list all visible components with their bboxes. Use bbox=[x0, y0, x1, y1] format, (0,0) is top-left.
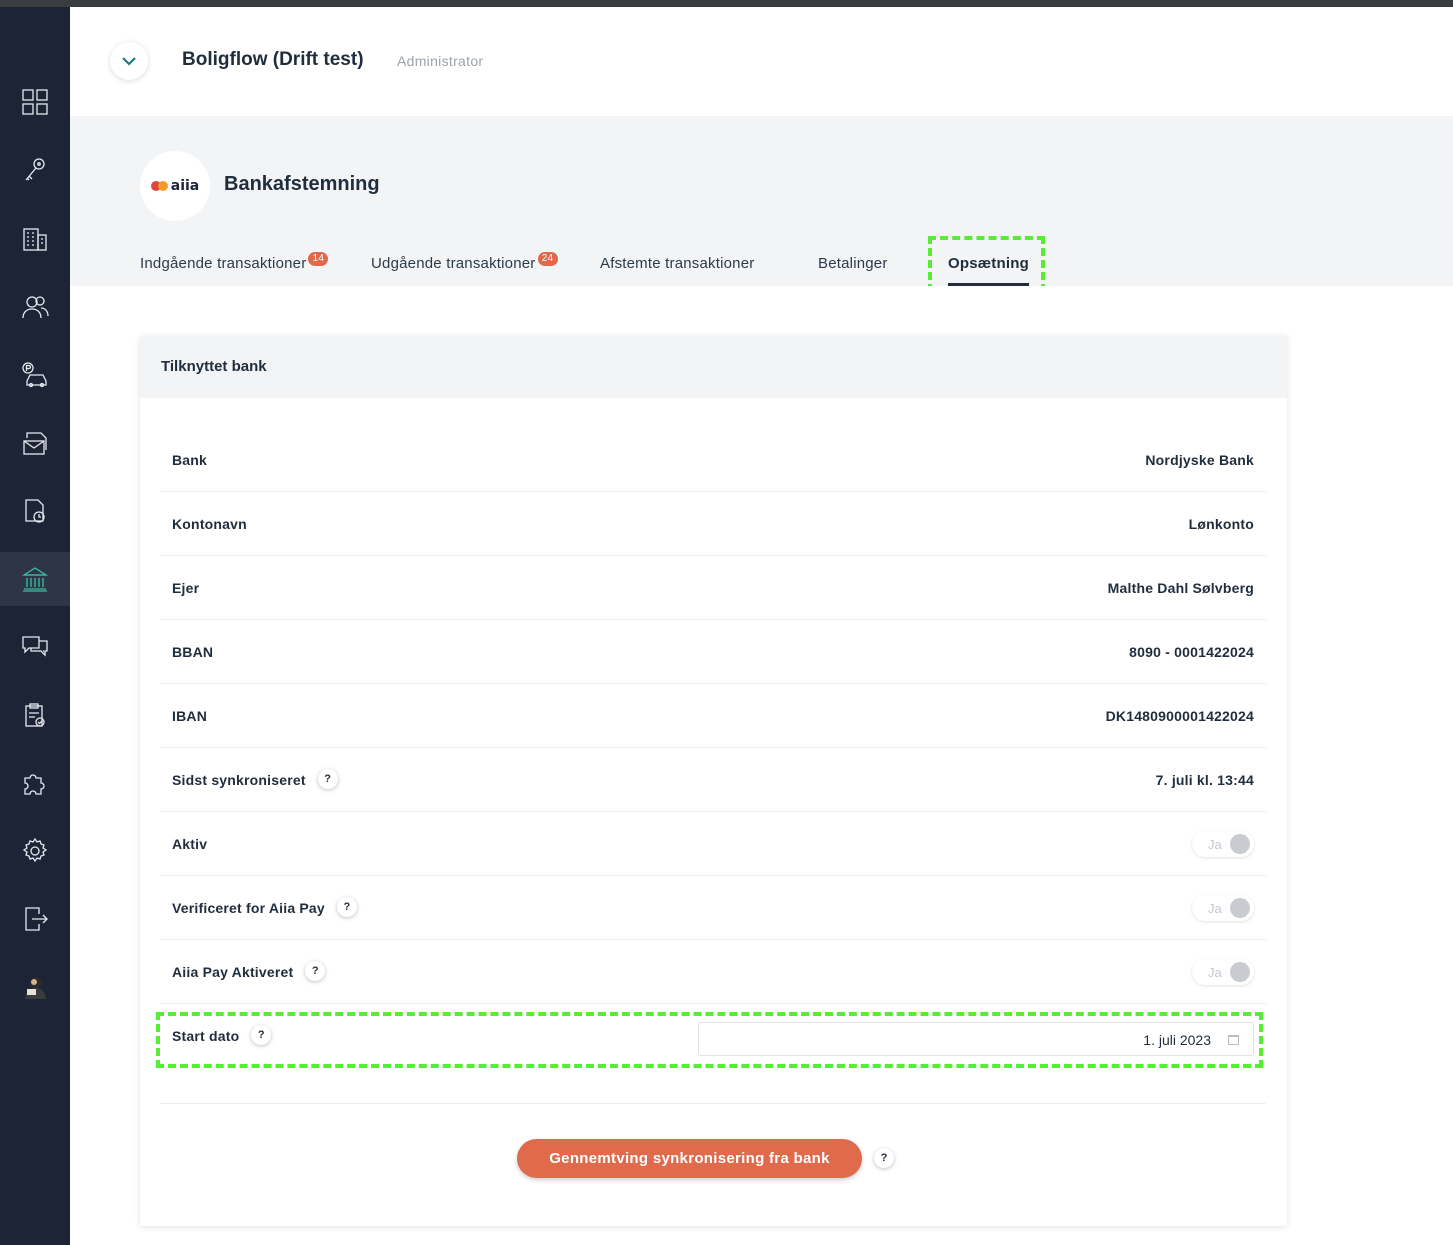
tab-reconciled[interactable]: Afstemte transaktioner bbox=[600, 255, 754, 272]
users-icon bbox=[22, 296, 49, 319]
tab-label: Afstemte transaktioner bbox=[600, 255, 755, 272]
row-label: Aiia Pay Aktiveret? bbox=[172, 961, 326, 984]
sidebar-item-settings[interactable] bbox=[0, 824, 70, 878]
bank-icon bbox=[21, 567, 49, 592]
mail-stack-icon bbox=[23, 432, 47, 455]
sidebar-item-profile[interactable] bbox=[0, 960, 70, 1014]
page-title: Bankafstemning bbox=[224, 173, 380, 195]
card-header: Tilknyttet bank bbox=[140, 336, 1287, 398]
logo-dots bbox=[150, 181, 168, 191]
tab-label: Udgående transaktioner bbox=[371, 255, 536, 272]
row-label: Sidst synkroniseret? bbox=[172, 769, 338, 792]
row-label: Verificeret for Aiia Pay? bbox=[172, 897, 357, 920]
row-account-name: Kontonavn Lønkonto bbox=[160, 492, 1266, 556]
tab-label: Betalinger bbox=[818, 255, 888, 272]
row-value: 7. juli kl. 13:44 bbox=[1155, 772, 1254, 788]
clipboard-check-icon bbox=[25, 703, 45, 727]
sidebar-item-chat[interactable] bbox=[0, 620, 70, 674]
tab-incoming[interactable]: Indgående transaktioner 14 bbox=[140, 252, 329, 273]
row-label: Ejer bbox=[172, 580, 200, 596]
force-sync-button[interactable]: Gennemtving synkronisering fra bank bbox=[517, 1139, 862, 1178]
help-icon[interactable]: ? bbox=[874, 1148, 894, 1168]
window-top-strip bbox=[0, 0, 1453, 7]
sidebar-item-keys[interactable] bbox=[0, 143, 70, 197]
active-toggle[interactable]: Ja bbox=[1192, 831, 1254, 857]
org-switcher-button[interactable] bbox=[110, 42, 148, 80]
aiia-logo: aiia bbox=[140, 151, 210, 221]
row-owner: Ejer Malthe Dahl Sølvberg bbox=[160, 556, 1266, 620]
row-aiia-pay-activated: Aiia Pay Aktiveret? Ja bbox=[160, 940, 1266, 1004]
toggle-knob bbox=[1230, 962, 1250, 982]
sidebar-item-integrations[interactable] bbox=[0, 756, 70, 810]
connected-bank-card: Tilknyttet bank Bank Nordjyske Bank Kont… bbox=[140, 336, 1287, 1226]
sidebar-item-documents[interactable] bbox=[0, 484, 70, 538]
building-icon bbox=[23, 228, 47, 251]
sidebar-item-users[interactable] bbox=[0, 280, 70, 334]
logout-icon bbox=[25, 907, 48, 931]
gear-icon bbox=[22, 837, 48, 863]
sidebar bbox=[0, 7, 70, 1245]
toggle-label: Ja bbox=[1208, 901, 1222, 916]
tab-badge: 24 bbox=[537, 252, 558, 266]
row-last-synced: Sidst synkroniseret? 7. juli kl. 13:44 bbox=[160, 748, 1266, 812]
app-header: Boligflow (Drift test) Administrator bbox=[70, 7, 1453, 116]
puzzle-icon bbox=[24, 774, 45, 795]
toggle-label: Ja bbox=[1208, 837, 1222, 852]
row-value: Nordjyske Bank bbox=[1145, 452, 1254, 468]
sidebar-item-tasks[interactable] bbox=[0, 688, 70, 742]
tab-badge: 14 bbox=[308, 252, 329, 266]
row-label: Kontonavn bbox=[172, 516, 247, 532]
row-bban: BBAN 8090 - 0001422024 bbox=[160, 620, 1266, 684]
help-icon[interactable]: ? bbox=[336, 897, 357, 917]
row-verified-aiia-pay: Verificeret for Aiia Pay? Ja bbox=[160, 876, 1266, 940]
help-icon[interactable]: ? bbox=[317, 769, 338, 789]
tab-outgoing[interactable]: Udgående transaktioner 24 bbox=[371, 252, 558, 273]
sidebar-item-mail[interactable] bbox=[0, 416, 70, 470]
logo-text: aiia bbox=[170, 178, 200, 194]
row-value: DK1480900001422024 bbox=[1105, 708, 1254, 724]
sidebar-item-dashboard[interactable] bbox=[0, 75, 70, 129]
sidebar-item-bank[interactable] bbox=[0, 552, 70, 606]
keys-icon bbox=[25, 158, 45, 181]
chevron-down-icon bbox=[122, 57, 136, 66]
row-bank: Bank Nordjyske Bank bbox=[160, 428, 1266, 492]
sidebar-item-parking[interactable] bbox=[0, 348, 70, 402]
aiia-pay-toggle[interactable]: Ja bbox=[1192, 959, 1254, 985]
row-label: Aktiv bbox=[172, 836, 208, 852]
row-iban: IBAN DK1480900001422024 bbox=[160, 684, 1266, 748]
org-title: Boligflow (Drift test) bbox=[182, 49, 364, 70]
sidebar-item-logout[interactable] bbox=[0, 892, 70, 946]
chat-icon bbox=[22, 636, 48, 657]
user-role: Administrator bbox=[397, 53, 484, 69]
page-head: aiia Bankafstemning Indgående transaktio… bbox=[70, 116, 1453, 286]
help-icon[interactable]: ? bbox=[305, 961, 326, 981]
row-value: Lønkonto bbox=[1188, 516, 1254, 532]
document-clock-icon bbox=[25, 499, 45, 523]
avatar bbox=[25, 977, 46, 999]
dashboard-grid-icon bbox=[22, 89, 48, 115]
sidebar-item-buildings[interactable] bbox=[0, 212, 70, 266]
row-label: Bank bbox=[172, 452, 208, 468]
tab-payments[interactable]: Betalinger bbox=[818, 255, 888, 272]
toggle-label: Ja bbox=[1208, 965, 1222, 980]
row-label: IBAN bbox=[172, 708, 208, 724]
row-label: BBAN bbox=[172, 644, 214, 660]
tab-label: Indgående transaktioner bbox=[140, 255, 307, 272]
highlight-box-start-date bbox=[156, 1012, 1263, 1068]
parking-car-icon bbox=[22, 362, 47, 388]
row-value: Malthe Dahl Sølvberg bbox=[1107, 580, 1254, 596]
toggle-knob bbox=[1230, 834, 1250, 854]
row-active: Aktiv Ja bbox=[160, 812, 1266, 876]
toggle-knob bbox=[1230, 898, 1250, 918]
card-title: Tilknyttet bank bbox=[161, 358, 267, 375]
row-value: 8090 - 0001422024 bbox=[1129, 644, 1254, 660]
verified-toggle[interactable]: Ja bbox=[1192, 895, 1254, 921]
